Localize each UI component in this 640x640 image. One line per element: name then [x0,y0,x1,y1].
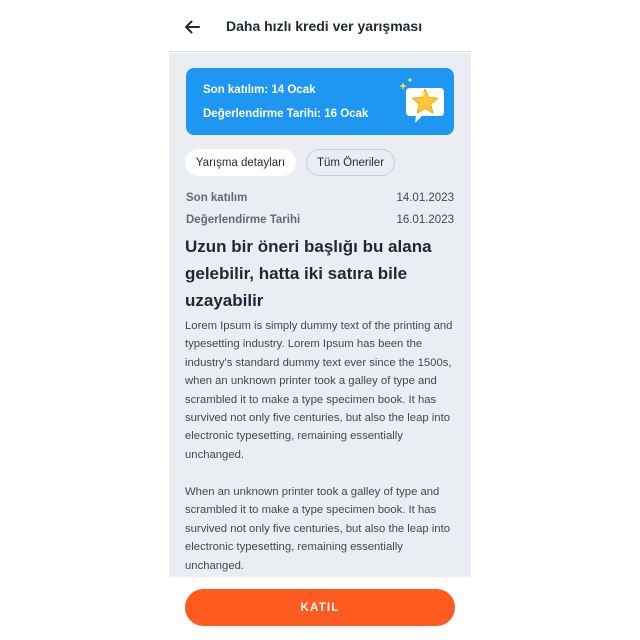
join-button[interactable]: KATIL [185,589,455,626]
top-app-bar: Daha hızlı kredi ver yarışması [169,0,471,52]
tab-contest-details[interactable]: Yarışma detayları [185,149,296,176]
banner-evaluation-text: Değerlendirme Tarihi: 16 Ocak [203,108,369,120]
star-sticker-icon [399,78,444,123]
description-paragraph-1: Lorem Ipsum is simply dummy text of the … [185,320,453,461]
suggestion-title: Uzun bir öneri başlığı bu alana gelebili… [185,237,432,310]
deadline-value: 14.01.2023 [396,192,454,204]
evaluation-label: Değerlendirme Tarihi [186,214,301,226]
contest-dates-banner: Son katılım: 14 Ocak Değerlendirme Tarih… [186,68,454,135]
banner-deadline-text: Son katılım: 14 Ocak [203,84,316,96]
page-title: Daha hızlı kredi ver yarışması [226,18,423,34]
tab-all-suggestions[interactable]: Tüm Öneriler [306,149,395,176]
scroll-content[interactable]: Son katılım: 14 Ocak Değerlendirme Tarih… [169,53,471,577]
bottom-action-bar: KATIL [169,577,471,640]
arrow-left-icon [185,20,200,34]
app-screen: Daha hızlı kredi ver yarışması Son katıl… [169,0,471,640]
evaluation-value: 16.01.2023 [396,214,454,226]
deadline-label: Son katılım [186,192,248,204]
description-paragraph-2: When an unknown printer took a galley of… [185,486,451,572]
back-button[interactable] [181,16,203,38]
